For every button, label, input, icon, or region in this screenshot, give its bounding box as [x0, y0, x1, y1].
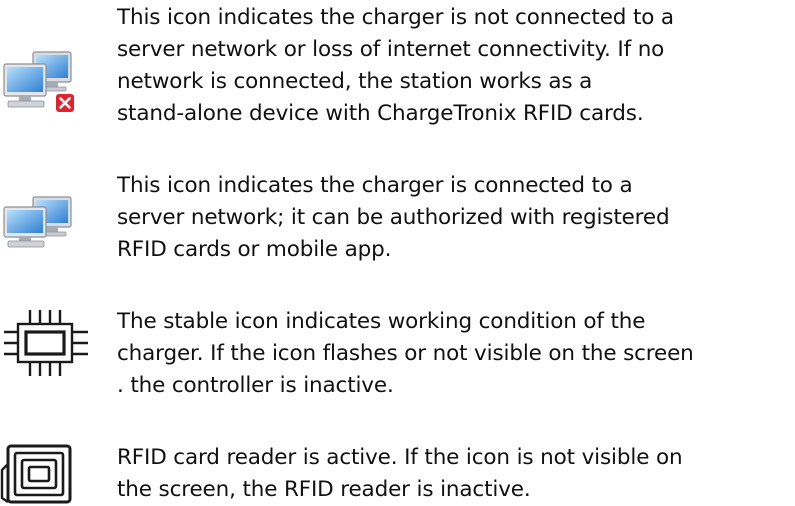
network-connected-description: This icon indicates the charger is conne…: [117, 173, 670, 262]
rfid-reader-icon: [0, 444, 76, 504]
rfid-description: RFID card reader is active. If the icon …: [117, 445, 683, 502]
network-disconnected-icon: [0, 50, 76, 114]
legend-row-controller: The stable icon indicates working condit…: [0, 304, 795, 404]
controller-description: The stable icon indicates working condit…: [117, 309, 694, 398]
network-connected-icon: [0, 196, 76, 248]
legend-row-network-connected: This icon indicates the charger is conne…: [0, 168, 795, 268]
legend-row-rfid: RFID card reader is active. If the icon …: [0, 440, 795, 504]
network-disconnected-description: This icon indicates the charger is not c…: [117, 5, 674, 126]
legend-row-network-disconnected: This icon indicates the charger is not c…: [0, 0, 795, 130]
controller-chip-icon: [0, 306, 94, 380]
